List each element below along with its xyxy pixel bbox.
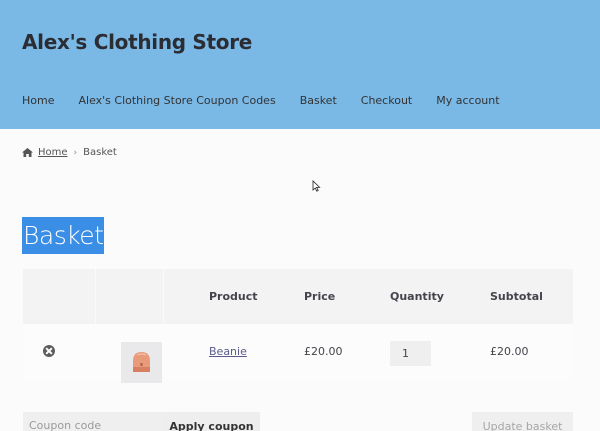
coupon-code-input[interactable] xyxy=(23,412,163,431)
breadcrumb: Home › Basket xyxy=(22,147,117,158)
nav-item-home[interactable]: Home xyxy=(22,94,54,107)
nav-item-my-account[interactable]: My account xyxy=(436,94,499,107)
product-subtotal: £20.00 xyxy=(490,345,529,358)
column-header-quantity: Quantity xyxy=(390,290,444,303)
breadcrumb-current: Basket xyxy=(83,147,117,158)
column-header-subtotal: Subtotal xyxy=(490,290,543,303)
column-divider xyxy=(95,269,96,324)
column-header-price: Price xyxy=(304,290,336,303)
remove-item-icon[interactable] xyxy=(43,345,55,357)
page-title: Basket xyxy=(22,217,105,254)
cart-table: Product Price Quantity Subtotal Beanie £… xyxy=(23,269,573,383)
nav-item-basket[interactable]: Basket xyxy=(300,94,337,107)
breadcrumb-separator-icon: › xyxy=(73,147,78,158)
product-name-link[interactable]: Beanie xyxy=(209,345,247,358)
mouse-pointer-icon xyxy=(312,180,321,192)
nav-item-coupon-codes[interactable]: Alex's Clothing Store Coupon Codes xyxy=(78,94,275,107)
home-icon xyxy=(22,148,33,157)
nav-item-checkout[interactable]: Checkout xyxy=(361,94,412,107)
quantity-input[interactable] xyxy=(390,341,431,366)
column-divider xyxy=(163,269,164,324)
product-thumbnail[interactable] xyxy=(121,342,162,383)
apply-coupon-button[interactable]: Apply coupon xyxy=(163,412,260,431)
site-header: Alex's Clothing Store Home Alex's Clothi… xyxy=(0,0,600,129)
product-price: £20.00 xyxy=(304,345,343,358)
beanie-hat-icon xyxy=(133,352,150,372)
cart-item-row: Beanie £20.00 £20.00 xyxy=(23,324,573,383)
primary-navigation: Home Alex's Clothing Store Coupon Codes … xyxy=(22,94,500,107)
column-header-product: Product xyxy=(209,290,258,303)
breadcrumb-home-link[interactable]: Home xyxy=(38,147,68,158)
update-basket-button[interactable]: Update basket xyxy=(472,412,573,431)
cart-table-header: Product Price Quantity Subtotal xyxy=(23,269,573,324)
cart-actions: Apply coupon Update basket xyxy=(23,412,573,431)
site-title[interactable]: Alex's Clothing Store xyxy=(22,30,252,54)
